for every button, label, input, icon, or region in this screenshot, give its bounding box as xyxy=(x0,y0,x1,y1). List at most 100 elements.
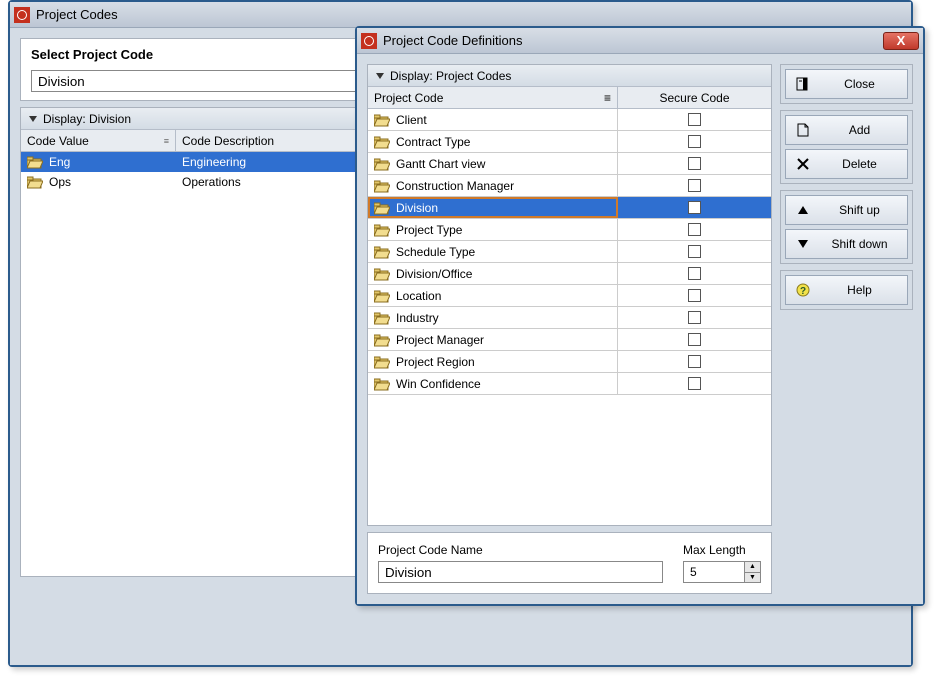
secure-code-checkbox[interactable] xyxy=(688,223,701,236)
secure-code-checkbox[interactable] xyxy=(688,201,701,214)
secure-code-checkbox[interactable] xyxy=(688,135,701,148)
table-row[interactable]: Gantt Chart view xyxy=(368,153,771,175)
secure-code-cell xyxy=(618,219,771,240)
secure-code-checkbox[interactable] xyxy=(688,377,701,390)
definitions-titlebar[interactable]: Project Code Definitions X xyxy=(357,28,923,54)
secure-code-cell xyxy=(618,307,771,328)
new-page-icon xyxy=(794,123,812,137)
display-project-codes-label: Display: Project Codes xyxy=(390,69,511,83)
project-codes-grid: Display: Project Codes Project Code ≡ Se… xyxy=(367,64,772,526)
secure-code-cell xyxy=(618,329,771,350)
table-row[interactable]: Project Type xyxy=(368,219,771,241)
secure-code-checkbox[interactable] xyxy=(688,113,701,126)
table-row[interactable]: Schedule Type xyxy=(368,241,771,263)
project-code-text: Schedule Type xyxy=(396,245,475,259)
oracle-icon xyxy=(14,7,30,23)
shift-button-group: Shift up Shift down xyxy=(780,190,913,264)
code-value-text: Ops xyxy=(49,175,71,189)
project-codes-title: Project Codes xyxy=(36,7,907,22)
spinner-down-button[interactable]: ▼ xyxy=(745,573,760,583)
delete-x-icon xyxy=(794,158,812,170)
folder-icon xyxy=(27,176,43,188)
triangle-up-icon xyxy=(794,205,812,215)
project-code-cell: Project Region xyxy=(368,351,618,372)
max-length-spinner[interactable]: ▲ ▼ xyxy=(683,561,761,583)
table-row[interactable]: Division xyxy=(368,197,771,219)
folder-icon xyxy=(374,180,390,192)
add-button[interactable]: Add xyxy=(785,115,908,145)
secure-code-column[interactable]: Secure Code xyxy=(618,87,771,108)
project-code-text: Industry xyxy=(396,311,439,325)
help-button-group: ? Help xyxy=(780,270,913,310)
close-window-button[interactable]: X xyxy=(883,32,919,50)
folder-icon xyxy=(374,312,390,324)
help-button[interactable]: ? Help xyxy=(785,275,908,305)
secure-code-cell xyxy=(618,241,771,262)
table-row[interactable]: Division/Office xyxy=(368,263,771,285)
project-code-text: Location xyxy=(396,289,441,303)
secure-code-cell xyxy=(618,109,771,130)
project-code-cell: Industry xyxy=(368,307,618,328)
spinner-up-button[interactable]: ▲ xyxy=(745,562,760,573)
table-row[interactable]: Win Confidence xyxy=(368,373,771,395)
secure-code-checkbox[interactable] xyxy=(688,267,701,280)
max-length-input[interactable] xyxy=(684,562,744,582)
table-row[interactable]: Location xyxy=(368,285,771,307)
code-properties-panel: Project Code Name Max Length ▲ ▼ xyxy=(367,532,772,594)
folder-icon xyxy=(374,136,390,148)
display-project-codes-bar[interactable]: Display: Project Codes xyxy=(368,65,771,87)
folder-icon xyxy=(374,158,390,170)
project-code-cell: Division/Office xyxy=(368,263,618,284)
max-length-label: Max Length xyxy=(683,543,761,557)
secure-code-checkbox[interactable] xyxy=(688,311,701,324)
secure-code-checkbox[interactable] xyxy=(688,333,701,346)
code-value-cell: Ops xyxy=(21,173,176,191)
secure-code-cell xyxy=(618,131,771,152)
secure-code-checkbox[interactable] xyxy=(688,289,701,302)
folder-icon xyxy=(27,156,43,168)
secure-code-checkbox[interactable] xyxy=(688,355,701,368)
svg-text:?: ? xyxy=(800,286,806,297)
table-row[interactable]: Construction Manager xyxy=(368,175,771,197)
folder-icon xyxy=(374,246,390,258)
shift-up-button[interactable]: Shift up xyxy=(785,195,908,225)
project-code-text: Project Region xyxy=(396,355,475,369)
secure-code-checkbox[interactable] xyxy=(688,179,701,192)
folder-icon xyxy=(374,114,390,126)
secure-code-checkbox[interactable] xyxy=(688,157,701,170)
project-code-column[interactable]: Project Code ≡ xyxy=(368,87,618,108)
project-code-text: Win Confidence xyxy=(396,377,481,391)
project-code-name-input[interactable] xyxy=(378,561,663,583)
sort-icon: ≡ xyxy=(604,91,611,105)
project-code-cell: Project Type xyxy=(368,219,618,240)
project-code-name-label: Project Code Name xyxy=(378,543,663,557)
project-code-cell: Win Confidence xyxy=(368,373,618,394)
delete-button[interactable]: Delete xyxy=(785,149,908,179)
close-door-icon xyxy=(794,77,812,91)
secure-code-cell xyxy=(618,373,771,394)
project-code-text: Gantt Chart view xyxy=(396,157,485,171)
secure-code-checkbox[interactable] xyxy=(688,245,701,258)
definitions-title: Project Code Definitions xyxy=(383,33,883,48)
table-row[interactable]: Project Manager xyxy=(368,329,771,351)
secure-code-cell xyxy=(618,175,771,196)
project-code-cell: Construction Manager xyxy=(368,175,618,196)
secure-code-cell xyxy=(618,285,771,306)
project-code-text: Contract Type xyxy=(396,135,470,149)
project-code-text: Construction Manager xyxy=(396,179,514,193)
folder-icon xyxy=(374,202,390,214)
table-row[interactable]: Client xyxy=(368,109,771,131)
chevron-down-icon xyxy=(376,73,384,79)
secure-code-cell xyxy=(618,263,771,284)
table-row[interactable]: Project Region xyxy=(368,351,771,373)
project-code-cell: Project Manager xyxy=(368,329,618,350)
secure-code-cell xyxy=(618,197,771,218)
close-button[interactable]: Close xyxy=(785,69,908,99)
table-row[interactable]: Contract Type xyxy=(368,131,771,153)
code-value-column[interactable]: Code Value ≡ xyxy=(21,130,176,151)
project-code-cell: Location xyxy=(368,285,618,306)
secure-code-cell xyxy=(618,351,771,372)
project-codes-titlebar[interactable]: Project Codes xyxy=(10,2,911,28)
table-row[interactable]: Industry xyxy=(368,307,771,329)
shift-down-button[interactable]: Shift down xyxy=(785,229,908,259)
